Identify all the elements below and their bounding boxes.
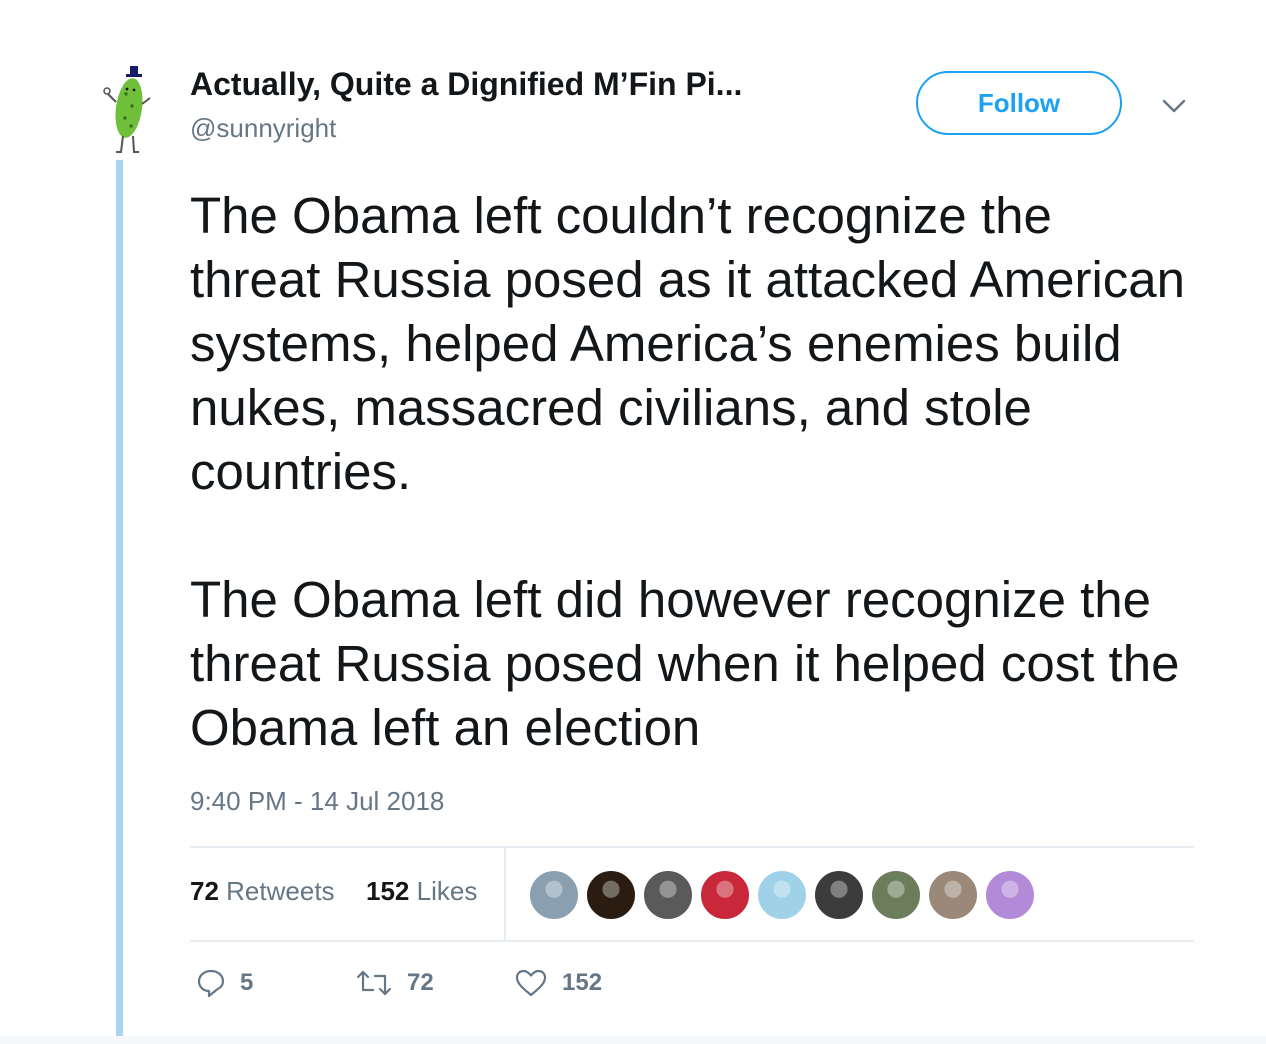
follow-button[interactable]: Follow bbox=[916, 71, 1122, 135]
author-handle[interactable]: @sunnyright bbox=[190, 113, 336, 144]
chevron-down-icon bbox=[1162, 99, 1186, 113]
reply-icon bbox=[197, 969, 225, 998]
divider bbox=[190, 940, 1194, 942]
divider bbox=[190, 846, 1194, 848]
liker-avatar-9[interactable] bbox=[984, 869, 1036, 921]
likes-stat-count: 152 bbox=[366, 876, 410, 906]
retweet-button[interactable]: 72 bbox=[355, 968, 434, 998]
tweet-text: The Obama left couldn’t recognize the th… bbox=[190, 184, 1190, 760]
tweet-paragraph: The Obama left did however recognize the… bbox=[190, 571, 1180, 756]
tweet-paragraph: The Obama left couldn’t recognize the th… bbox=[190, 187, 1186, 500]
liker-avatar-8[interactable] bbox=[927, 869, 979, 921]
liker-avatar-2[interactable] bbox=[585, 869, 637, 921]
liker-avatars bbox=[528, 869, 1041, 921]
retweets-stat-count: 72 bbox=[190, 876, 219, 906]
retweet-count: 72 bbox=[407, 969, 434, 996]
pickle-avatar-icon bbox=[103, 66, 151, 153]
retweet-icon bbox=[356, 970, 392, 996]
tweet-page: Actually, Quite a Dignified M’Fin Pi... … bbox=[0, 0, 1266, 1044]
likes-stat-label: Likes bbox=[416, 876, 478, 906]
stats-divider bbox=[504, 848, 506, 940]
author-display-name[interactable]: Actually, Quite a Dignified M’Fin Pi... bbox=[190, 66, 742, 103]
author-avatar[interactable] bbox=[96, 64, 156, 156]
tweet-timestamp[interactable]: 9:40 PM - 14 Jul 2018 bbox=[190, 786, 444, 817]
liker-avatar-3[interactable] bbox=[642, 869, 694, 921]
liker-avatar-5[interactable] bbox=[756, 869, 808, 921]
retweets-stat-label: Retweets bbox=[226, 876, 335, 906]
reply-button[interactable]: 5 bbox=[196, 968, 253, 998]
liker-avatar-1[interactable] bbox=[528, 869, 580, 921]
liker-avatar-7[interactable] bbox=[870, 869, 922, 921]
like-button[interactable]: 152 bbox=[514, 968, 602, 998]
likes-stat[interactable]: 152 Likes bbox=[366, 876, 477, 907]
reply-count: 5 bbox=[240, 969, 254, 996]
tweet-menu-button[interactable] bbox=[1160, 94, 1188, 118]
liker-avatar-4[interactable] bbox=[699, 869, 751, 921]
heart-icon bbox=[515, 969, 547, 997]
thread-line bbox=[116, 160, 123, 1044]
liker-avatar-6[interactable] bbox=[813, 869, 865, 921]
like-count: 152 bbox=[562, 969, 603, 996]
retweets-stat[interactable]: 72 Retweets bbox=[190, 876, 335, 907]
bottom-strip bbox=[0, 1036, 1266, 1044]
